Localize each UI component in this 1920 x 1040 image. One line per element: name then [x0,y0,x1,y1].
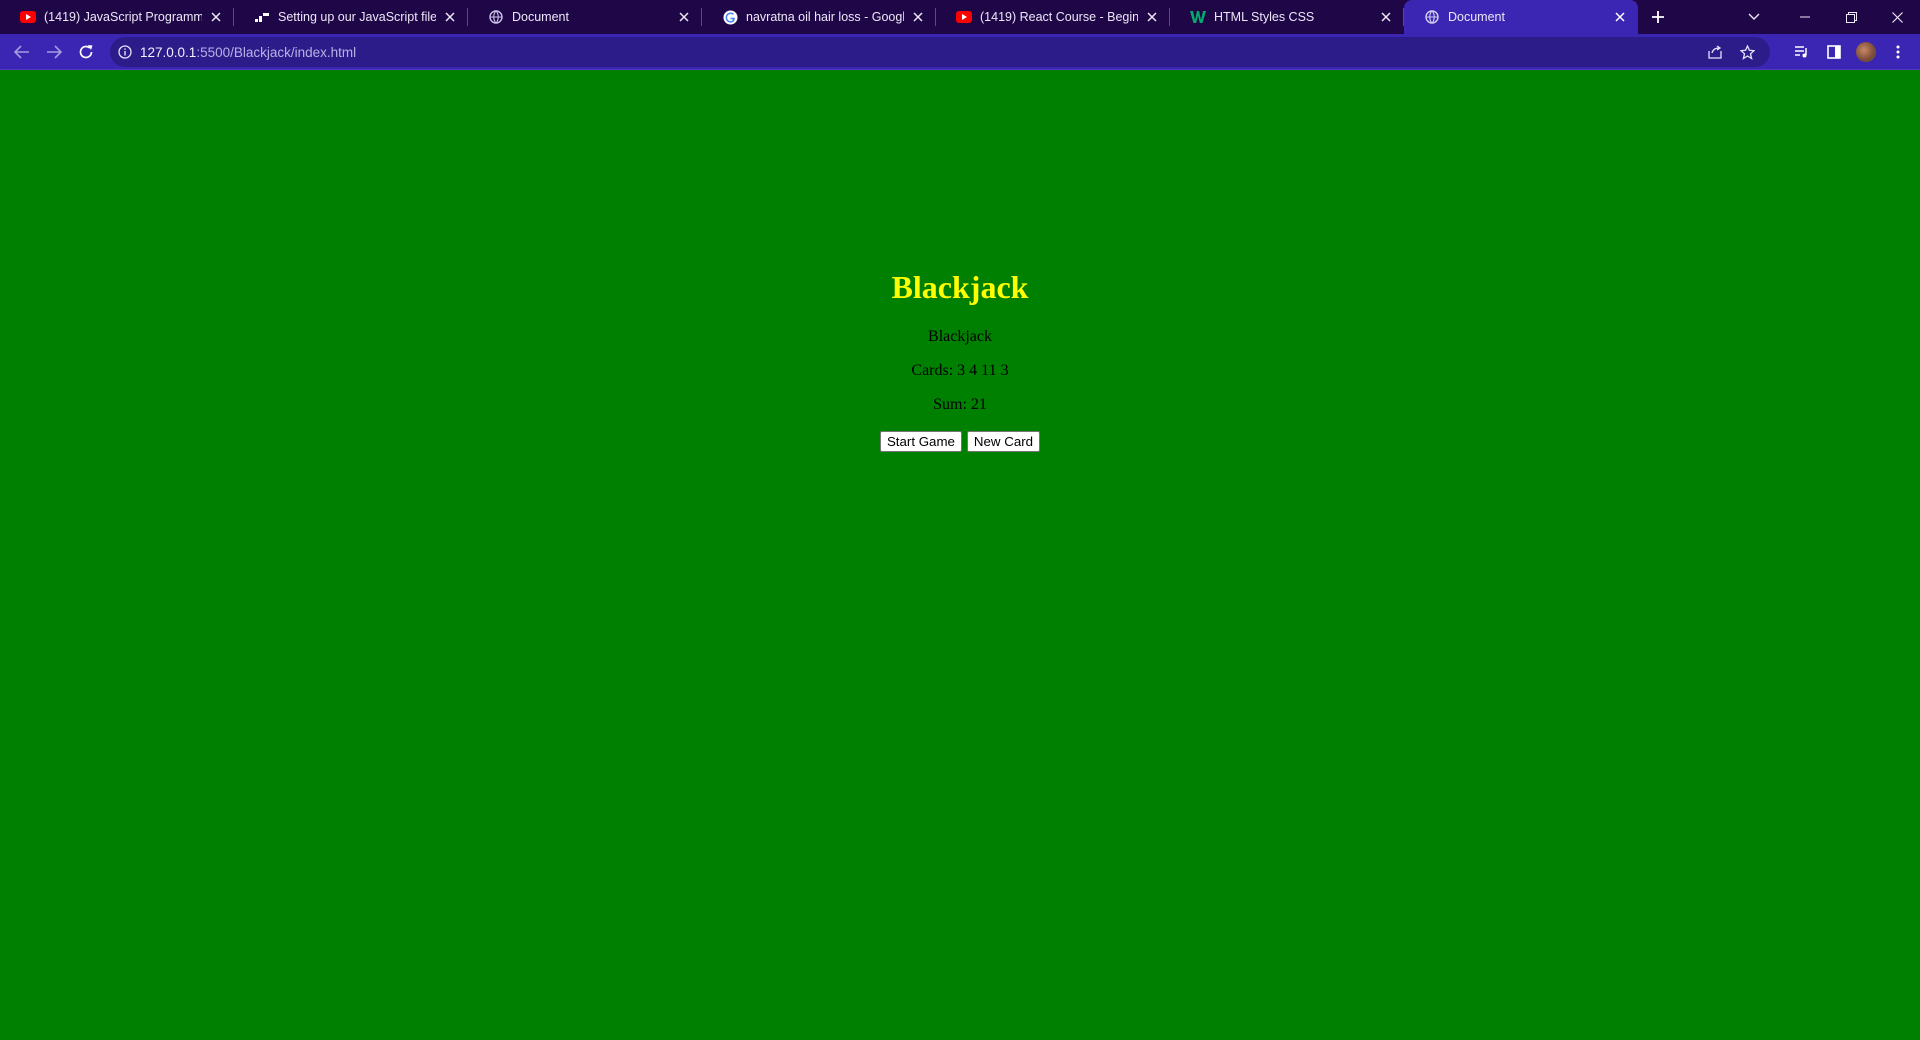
reload-icon [79,45,93,59]
page-viewport: Blackjack Blackjack Cards: 3 4 11 3 Sum:… [0,70,1920,1040]
chevron-down-icon [1748,13,1760,20]
kebab-menu-icon [1896,45,1900,59]
game-buttons: Start Game New Card [0,431,1920,452]
arrow-left-icon [14,45,29,59]
url-path: :5500/Blackjack/index.html [196,44,357,60]
restore-button[interactable] [1828,0,1874,34]
close-tab-icon[interactable] [676,9,692,25]
close-tab-icon[interactable] [208,9,224,25]
globe-icon [488,9,504,25]
browser-toolbar: 127.0.0.1:5500/Blackjack/index.html [0,34,1920,70]
close-tab-icon[interactable] [910,9,926,25]
page-title: Blackjack [891,269,1029,305]
tab-title: (1419) JavaScript Programming [44,10,202,24]
star-icon [1739,44,1755,60]
toolbar-actions [1786,36,1914,68]
side-panel-button[interactable] [1818,36,1850,68]
minimize-button[interactable] [1782,0,1828,34]
google-icon [722,9,738,25]
address-bar-actions [1702,37,1760,67]
close-window-button[interactable] [1874,0,1920,34]
tab-title: Document [1448,10,1505,24]
tab-title: Document [512,10,569,24]
address-bar[interactable]: 127.0.0.1:5500/Blackjack/index.html [110,37,1770,67]
browser-tab[interactable]: Document [468,0,702,34]
cards-text: Cards: 3 4 11 3 [911,362,1009,379]
media-control-button[interactable] [1786,36,1818,68]
close-tab-icon[interactable] [442,9,458,25]
tab-title: Setting up our JavaScript file [278,10,436,24]
new-tab-button[interactable] [1638,0,1678,34]
close-tab-icon[interactable] [1378,9,1394,25]
forward-button[interactable] [38,36,70,68]
browser-tab[interactable]: HTML Styles CSS [1170,0,1404,34]
message-text: Blackjack [928,328,992,345]
tab-title: HTML Styles CSS [1214,10,1315,24]
w3schools-icon [1190,9,1206,25]
tab-title: navratna oil hair loss - Google Se [746,10,904,24]
plus-icon [1652,11,1664,23]
arrow-right-icon [47,45,62,59]
new-card-button[interactable]: New Card [966,431,1041,452]
browser-tab[interactable]: (1419) JavaScript Programming [0,0,234,34]
share-button[interactable] [1702,39,1728,65]
course-icon [254,9,270,25]
share-icon [1707,45,1722,59]
sum-text: Sum: 21 [933,396,987,413]
browser-tab-active[interactable]: Document [1404,0,1638,34]
minimize-icon [1800,16,1810,18]
restore-icon [1845,11,1857,23]
browser-tab[interactable]: (1419) React Course - Beginner's [936,0,1170,34]
tab-strip: (1419) JavaScript Programming Setting up… [0,0,1920,34]
tab-title: (1419) React Course - Beginner's [980,10,1138,24]
info-icon[interactable] [118,45,132,59]
tab-search-button[interactable] [1726,0,1782,34]
profile-avatar[interactable] [1856,42,1876,62]
window-controls [1726,0,1920,34]
url-host: 127.0.0.1 [140,44,197,60]
reload-button[interactable] [70,36,102,68]
playlist-icon [1795,46,1807,58]
bookmark-button[interactable] [1734,39,1760,65]
youtube-icon [20,9,36,25]
close-icon [1891,11,1903,23]
side-panel-icon [1827,45,1841,59]
url-text: 127.0.0.1:5500/Blackjack/index.html [140,45,356,60]
start-game-button[interactable]: Start Game [879,431,962,452]
browser-tab[interactable]: navratna oil hair loss - Google Se [702,0,936,34]
close-tab-icon[interactable] [1612,9,1628,25]
close-tab-icon[interactable] [1144,9,1160,25]
browser-tab[interactable]: Setting up our JavaScript file [234,0,468,34]
globe-icon [1424,9,1440,25]
menu-button[interactable] [1882,36,1914,68]
back-button[interactable] [6,36,38,68]
youtube-icon [956,9,972,25]
